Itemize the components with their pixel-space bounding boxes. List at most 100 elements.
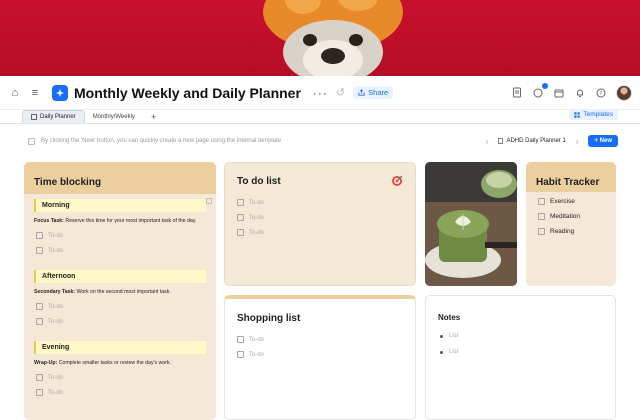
- more-options-button[interactable]: ···: [313, 86, 328, 100]
- todo-list-title: To do list: [237, 175, 281, 187]
- undo-icon[interactable]: ↺: [336, 86, 345, 99]
- document-icon[interactable]: [511, 87, 523, 99]
- hint-checkbox[interactable]: [28, 137, 35, 145]
- list-item[interactable]: Exercise: [538, 194, 604, 209]
- list-item[interactable]: List: [440, 344, 601, 360]
- checkbox[interactable]: [36, 247, 43, 254]
- checkbox[interactable]: [538, 198, 545, 205]
- new-label: New: [599, 138, 612, 144]
- list-item[interactable]: To-do: [36, 385, 206, 400]
- doc-icon: [498, 138, 504, 144]
- list-item[interactable]: Meditation: [538, 209, 604, 224]
- time-blocking-card: Time blocking Morning Focus Task: Reserv…: [24, 162, 216, 420]
- list-item[interactable]: To-do: [36, 299, 206, 314]
- toolbar-right: ?: [511, 82, 632, 101]
- shopping-list-header: Shopping list: [225, 299, 415, 326]
- share-icon: [358, 89, 365, 96]
- section-evening: Evening Wrap-Up: Complete smaller tasks …: [34, 341, 206, 400]
- table-icon: [31, 114, 37, 120]
- templates-button[interactable]: Templates: [569, 109, 618, 120]
- tab-daily-planner[interactable]: Daily Planner: [22, 110, 85, 123]
- notification-dot: [542, 82, 548, 89]
- home-icon[interactable]: ⌂: [8, 86, 22, 100]
- time-blocking-title: Time blocking: [34, 177, 102, 188]
- list-item[interactable]: To-do: [36, 228, 206, 243]
- current-page-label: ADHD Daily Planner 1: [506, 138, 566, 144]
- checkbox[interactable]: [36, 232, 43, 239]
- habit-tracker-items: Exercise Meditation Reading: [526, 192, 616, 239]
- list-item[interactable]: To-do: [237, 347, 403, 362]
- add-tab-button[interactable]: +: [151, 112, 156, 122]
- target-icon: [392, 175, 403, 186]
- checkbox[interactable]: [237, 336, 244, 343]
- section-description: Wrap-Up: Complete smaller tasks or revie…: [34, 360, 171, 366]
- checkbox[interactable]: [538, 228, 545, 235]
- section-morning: Morning Focus Task: Reserve this time fo…: [34, 199, 206, 258]
- top-bar: ⌂ ≡ Monthly Weekly and Daily Planner ···…: [0, 76, 640, 110]
- checkbox[interactable]: [237, 199, 244, 206]
- next-page-icon[interactable]: ›: [576, 137, 579, 146]
- bullet-icon: [440, 350, 443, 354]
- checkbox[interactable]: [237, 229, 244, 236]
- section-title: Evening: [34, 341, 206, 354]
- notes-header: Notes: [426, 296, 615, 325]
- section-afternoon: Afternoon Secondary Task: Work on the se…: [34, 270, 206, 329]
- list-item[interactable]: To-do: [237, 332, 403, 347]
- tab-label: Monthly/Weekly: [92, 113, 135, 120]
- checkbox[interactable]: [36, 303, 43, 310]
- checkbox[interactable]: [36, 318, 43, 325]
- share-label: Share: [368, 88, 389, 97]
- calendar-icon[interactable]: [553, 87, 565, 99]
- checkbox[interactable]: [36, 389, 43, 396]
- todo-list-items: To-do To-do To-do: [225, 187, 415, 240]
- section-description: Focus Task: Reserve this time for your m…: [34, 218, 197, 224]
- collapse-icon[interactable]: [206, 198, 212, 204]
- checkbox[interactable]: [237, 214, 244, 221]
- tab-label: Daily Planner: [40, 114, 76, 120]
- share-button[interactable]: Share: [353, 86, 394, 99]
- page-navigator: ‹ ADHD Daily Planner 1 › + New: [486, 135, 618, 147]
- comments-icon[interactable]: [532, 82, 548, 99]
- cover-banner: [0, 0, 640, 76]
- bullet-icon: [440, 334, 443, 338]
- habit-tracker-card: Habit Tracker Exercise Meditation Readin…: [526, 162, 616, 286]
- notes-title: Notes: [438, 313, 461, 322]
- tab-monthly-weekly[interactable]: Monthly/Weekly: [85, 110, 143, 123]
- dog-cover-image: [263, 0, 403, 76]
- section-description: Secondary Task: Work on the second most …: [34, 289, 171, 295]
- grid-icon: [574, 111, 581, 118]
- checkbox[interactable]: [538, 213, 545, 220]
- time-blocking-header: Time blocking: [24, 162, 216, 194]
- matcha-latte-photo: [425, 162, 517, 286]
- menu-icon[interactable]: ≡: [28, 86, 42, 100]
- habit-tracker-title: Habit Tracker: [536, 177, 600, 188]
- list-item[interactable]: To-do: [36, 314, 206, 329]
- page-title: Monthly Weekly and Daily Planner: [74, 84, 301, 101]
- list-item[interactable]: Reading: [538, 224, 604, 239]
- list-item[interactable]: To-do: [237, 210, 403, 225]
- checkbox[interactable]: [36, 374, 43, 381]
- list-item[interactable]: To-do: [36, 370, 206, 385]
- bell-icon[interactable]: [574, 87, 586, 99]
- list-item[interactable]: To-do: [36, 243, 206, 258]
- list-item[interactable]: List: [440, 328, 601, 344]
- hint-text: By clicking the 'New' button, you can qu…: [41, 138, 282, 144]
- list-item[interactable]: To-do: [237, 225, 403, 240]
- notes-items: List List: [426, 325, 615, 360]
- templates-label: Templates: [583, 111, 613, 118]
- user-avatar[interactable]: [616, 84, 632, 101]
- new-button[interactable]: + New: [588, 135, 618, 147]
- todo-list-header: To do list: [225, 163, 415, 187]
- svg-text:?: ?: [600, 91, 603, 97]
- prev-page-icon[interactable]: ‹: [486, 137, 489, 146]
- section-title: Morning: [34, 199, 206, 212]
- checkbox[interactable]: [237, 351, 244, 358]
- list-item[interactable]: To-do: [237, 195, 403, 210]
- app-logo-icon: [52, 84, 68, 101]
- view-tabs: Daily Planner Monthly/Weekly +: [0, 110, 640, 124]
- shopping-list-card: Shopping list To-do To-do: [224, 295, 416, 420]
- todo-list-card: To do list To-do To-do To-do: [224, 162, 416, 286]
- help-icon[interactable]: ?: [595, 87, 607, 99]
- notes-card: Notes List List: [425, 295, 616, 420]
- current-page-selector[interactable]: ADHD Daily Planner 1: [498, 138, 566, 144]
